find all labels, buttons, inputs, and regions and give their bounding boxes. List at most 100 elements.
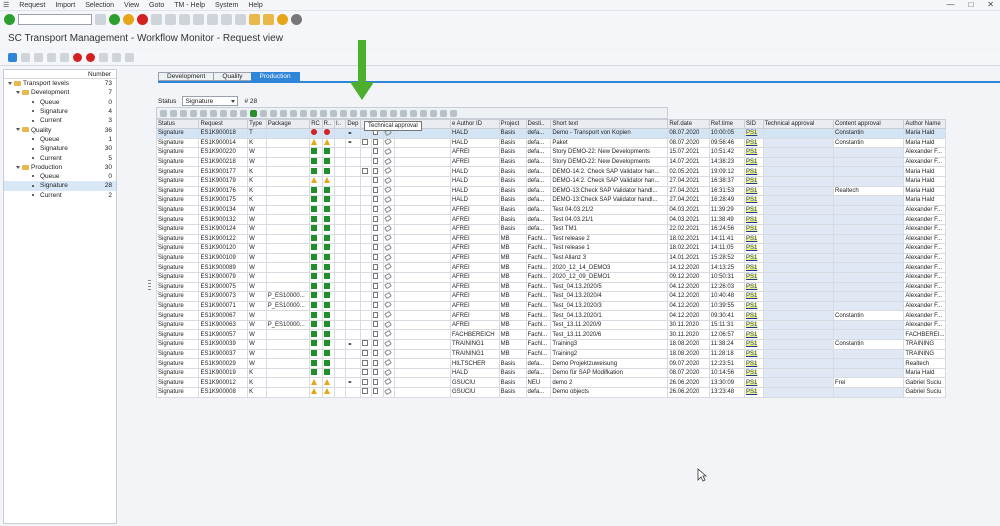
tag-icon[interactable] (384, 369, 392, 376)
document-icon[interactable] (373, 292, 379, 299)
shortcut-icon[interactable] (263, 14, 274, 25)
document-icon[interactable] (373, 244, 379, 251)
tree-node[interactable]: Signature 28 (4, 181, 116, 191)
settings-icon[interactable] (291, 14, 302, 25)
column-header[interactable]: Package (265, 119, 311, 129)
table-row[interactable]: Signature ES1K900109 W AFREI MB Fachl... Test … (155, 252, 946, 264)
document-icon[interactable] (373, 196, 379, 203)
table-row[interactable]: Signature ES1K900073 W P_ES10000... AFREI MB F… (155, 291, 946, 302)
chevron-down-icon[interactable] (16, 128, 20, 132)
sid-link[interactable]: PS1 (745, 274, 758, 281)
sid-link[interactable]: PS1 (745, 360, 758, 367)
tag-icon[interactable] (384, 139, 392, 146)
release-icon[interactable] (73, 53, 82, 62)
document-icon[interactable] (373, 225, 379, 232)
table-row[interactable]: Signature ES1K900039 W ⚭ TRAINING1 MB Fachl...… (155, 339, 946, 350)
tag-icon[interactable] (384, 234, 392, 242)
document-icon[interactable] (373, 215, 379, 222)
document-icon[interactable] (373, 350, 379, 356)
upload-icon[interactable] (390, 109, 397, 117)
column-header[interactable]: Ref.date (667, 119, 710, 129)
tree-node[interactable]: Current 3 (4, 116, 116, 125)
sid-link[interactable]: PS1 (745, 264, 758, 271)
import-icon[interactable] (21, 53, 30, 62)
table-row[interactable]: Signature ES1K900037 W TRAINING1 MB Fachl... T… (155, 348, 946, 360)
menu-item[interactable]: System (215, 2, 238, 9)
sum-icon[interactable] (200, 109, 207, 117)
table-row[interactable]: Signature ES1K900177 K HALD Basis defa... DEMO… (155, 166, 946, 177)
tag-icon[interactable] (384, 302, 392, 309)
print-icon[interactable] (151, 14, 162, 25)
column-header[interactable]: SID (743, 119, 764, 129)
sid-link[interactable]: PS1 (745, 216, 758, 223)
table-row[interactable]: Signature ES1K900132 W AFREI Basis defa... Tes… (155, 214, 946, 225)
table-row[interactable]: Signature ES1K900029 W HILTSCHER Basis defa..… (155, 358, 946, 369)
sid-link[interactable]: PS1 (745, 149, 758, 156)
content-reject-icon[interactable] (280, 109, 287, 117)
table-row[interactable]: Signature ES1K900122 W AFREI MB Fachl... Test … (155, 233, 946, 245)
filter-icon[interactable] (60, 53, 69, 62)
table-row[interactable]: Signature ES1K900176 K HALD Basis defa... DEMO… (155, 185, 946, 197)
checkbox-icon[interactable] (361, 369, 368, 376)
tag-icon[interactable] (384, 359, 392, 367)
find-next-icon[interactable] (179, 14, 190, 25)
menu-item[interactable]: View (124, 2, 139, 9)
menu-item[interactable]: Request (19, 2, 45, 9)
copy-icon[interactable] (320, 109, 327, 117)
tag-icon[interactable] (384, 187, 392, 194)
play-icon[interactable] (430, 109, 437, 117)
tab-development[interactable]: Development (158, 72, 215, 81)
tree-node[interactable]: Current 5 (4, 153, 116, 162)
tag-icon[interactable] (384, 225, 392, 232)
transport-icon[interactable] (34, 53, 43, 62)
menu-item[interactable]: Selection (85, 2, 114, 9)
prev-page-icon[interactable] (207, 14, 218, 25)
first-page-icon[interactable] (193, 14, 204, 25)
table-row[interactable]: Signature ES1K900124 W AFREI Basis defa... Tes… (155, 223, 946, 235)
document-icon[interactable] (350, 109, 357, 117)
info-icon[interactable] (125, 53, 134, 62)
checkbox-icon[interactable] (361, 350, 368, 356)
table-row[interactable]: Signature ES1K900089 W AFREI MB Fachl... 2020_… (155, 262, 946, 273)
column-header[interactable]: Ref.time (708, 119, 745, 129)
document-icon[interactable] (373, 254, 379, 261)
sid-link[interactable]: PS1 (745, 245, 758, 252)
tag-icon[interactable] (384, 148, 392, 156)
info-icon[interactable] (340, 109, 347, 117)
document-icon[interactable] (373, 311, 379, 318)
column-header[interactable]: I.. (334, 119, 347, 129)
sap-menu-icon[interactable]: ☰ (3, 1, 9, 9)
tag-icon[interactable] (384, 292, 392, 300)
tech-reject-icon[interactable] (260, 109, 267, 117)
command-field[interactable] (18, 14, 92, 25)
sid-link[interactable]: PS1 (745, 302, 758, 309)
tag-icon[interactable] (384, 350, 392, 357)
tree-node[interactable]: Current 2 (4, 191, 116, 200)
table-row[interactable]: Signature ES1K900057 W FACHBEREICH MB Fachl..… (155, 329, 946, 341)
sid-link[interactable]: PS1 (745, 312, 758, 319)
document-icon[interactable] (373, 282, 379, 289)
sid-link[interactable]: PS1 (745, 322, 758, 329)
table-row[interactable]: Signature ES1K900063 W P_ES10000... AFREI MB F… (155, 319, 946, 331)
column-header[interactable]: Type (247, 119, 267, 129)
document-icon[interactable] (373, 302, 379, 308)
tag-icon[interactable] (384, 206, 392, 213)
tree-node[interactable]: Quality 36 (4, 125, 116, 134)
sid-link[interactable]: PS1 (745, 370, 758, 377)
sid-link[interactable]: PS1 (745, 159, 758, 166)
log-icon[interactable] (112, 53, 121, 62)
tab-production[interactable]: Production (250, 72, 300, 81)
tag-icon[interactable] (384, 215, 392, 223)
overview-icon[interactable] (47, 53, 56, 62)
tree-node[interactable]: Queue 0 (4, 172, 116, 181)
back-icon[interactable] (109, 14, 120, 25)
sid-link[interactable]: PS1 (745, 350, 758, 357)
menu-item[interactable]: Help (248, 2, 262, 9)
layout-icon[interactable] (230, 109, 237, 117)
document-icon[interactable] (373, 167, 379, 174)
sid-link[interactable]: PS1 (745, 168, 758, 175)
column-header[interactable]: Desti.. (525, 119, 552, 129)
checkbox-icon[interactable] (361, 340, 368, 347)
tree-node[interactable]: Queue 0 (4, 98, 116, 107)
tag-icon[interactable] (384, 177, 392, 184)
